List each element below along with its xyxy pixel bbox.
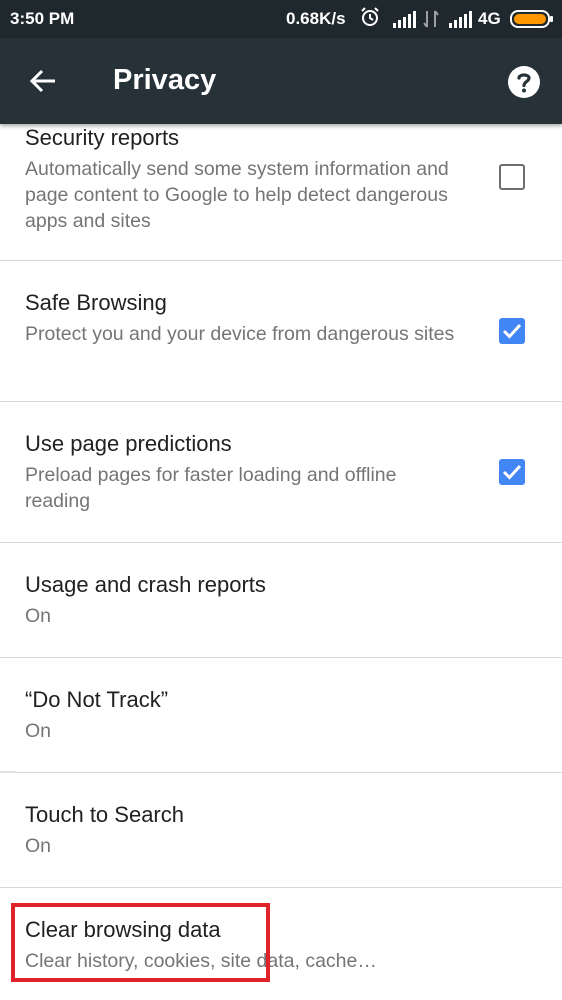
status-network-type: 4G <box>478 9 501 28</box>
setting-summary: On <box>25 605 52 627</box>
arrow-back-icon[interactable] <box>28 66 58 96</box>
setting-page-predictions[interactable]: Use page predictions Preload pages for f… <box>0 402 562 543</box>
setting-touch-to-search[interactable]: Touch to Search On <box>0 773 562 888</box>
setting-title: “Do Not Track” <box>25 687 169 712</box>
data-transfer-icon <box>423 10 439 28</box>
safe-browsing-checkbox[interactable] <box>499 318 525 344</box>
status-bar: 3:50 PM 0.68K/s 4G <box>0 0 562 38</box>
security-reports-checkbox[interactable] <box>499 164 525 190</box>
status-time: 3:50 PM <box>10 9 75 28</box>
battery-icon <box>510 10 553 28</box>
setting-clear-browsing-data[interactable]: Clear browsing data Clear history, cooki… <box>0 888 562 1000</box>
setting-summary: On <box>25 835 52 857</box>
setting-summary: Clear history, cookies, site data, cache… <box>25 950 377 972</box>
setting-summary: Protect you and your device from dangero… <box>25 323 455 345</box>
setting-do-not-track[interactable]: “Do Not Track” On <box>0 658 562 773</box>
setting-title: Safe Browsing <box>25 290 167 315</box>
setting-summary: On <box>25 720 52 742</box>
status-network-speed: 0.68K/s <box>286 9 346 28</box>
setting-summary: Automatically send some system informati… <box>25 158 449 232</box>
setting-security-reports[interactable]: Security reports Automatically send some… <box>0 124 562 261</box>
scroll-edge-marker <box>0 771 16 773</box>
setting-title: Security reports <box>25 125 180 150</box>
alarm-icon <box>361 7 379 26</box>
page-title: Privacy <box>113 64 217 96</box>
signal-icon <box>393 11 416 28</box>
setting-title: Use page predictions <box>25 431 232 456</box>
app-bar: Privacy <box>0 38 562 124</box>
setting-title: Clear browsing data <box>25 917 221 942</box>
checkmark-icon <box>502 464 522 480</box>
page-predictions-checkbox[interactable] <box>499 459 525 485</box>
settings-list: Security reports Automatically send some… <box>0 124 562 1000</box>
signal-icon <box>449 11 472 28</box>
setting-title: Touch to Search <box>25 802 184 827</box>
setting-usage-crash-reports[interactable]: Usage and crash reports On <box>0 543 562 658</box>
setting-summary: Preload pages for faster loading and off… <box>25 464 397 512</box>
checkmark-icon <box>502 323 522 339</box>
setting-safe-browsing[interactable]: Safe Browsing Protect you and your devic… <box>0 261 562 402</box>
setting-title: Usage and crash reports <box>25 572 266 597</box>
help-circle-icon[interactable] <box>506 64 542 100</box>
